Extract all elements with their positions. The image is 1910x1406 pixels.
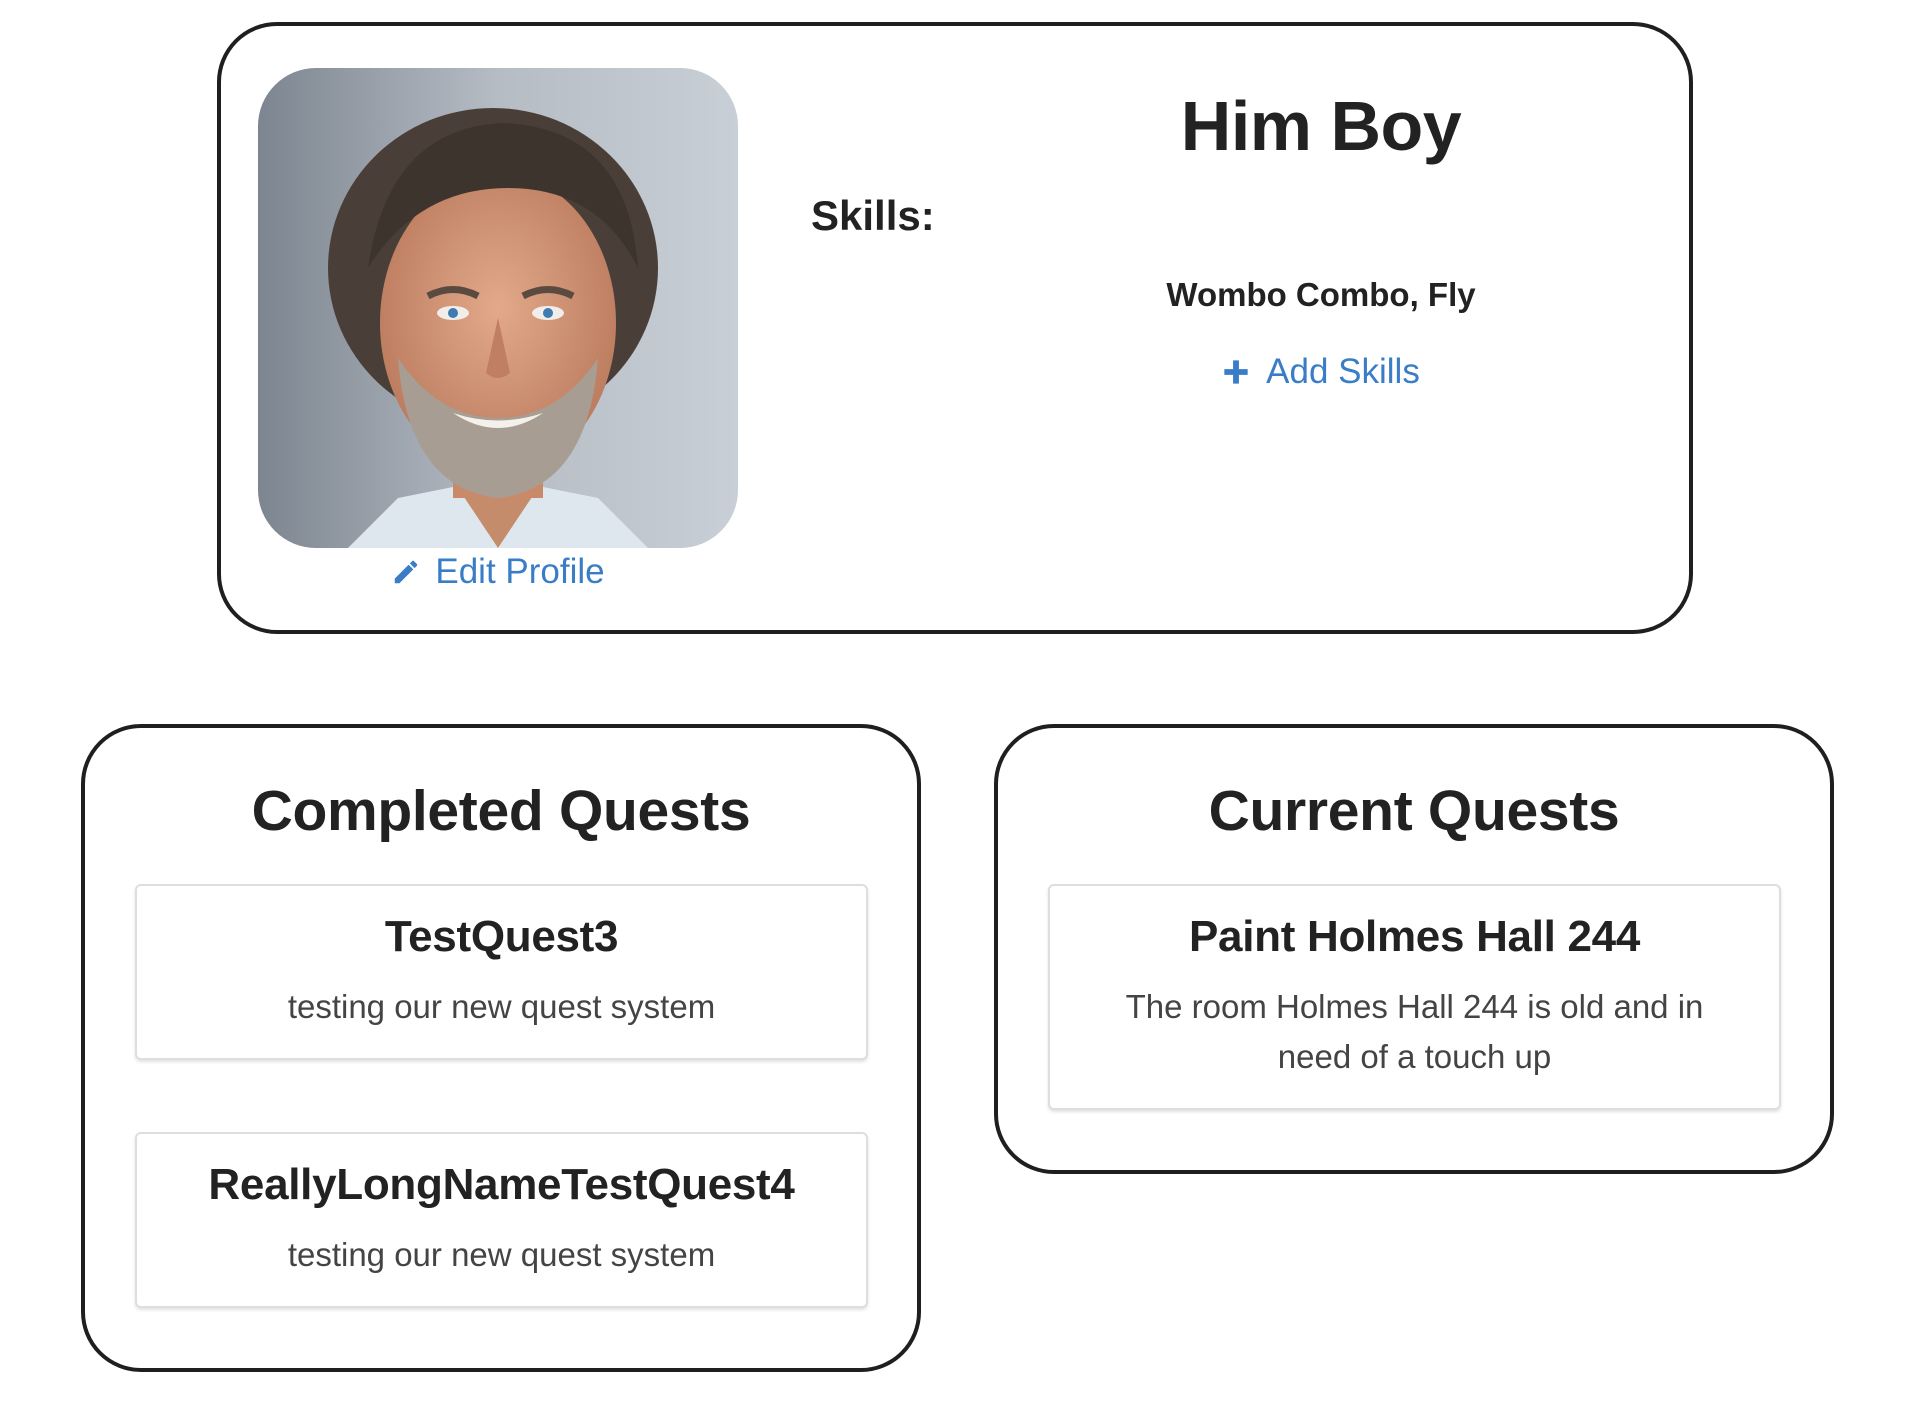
quest-title: TestQuest3 <box>384 912 619 961</box>
skills-heading: Skills: <box>811 192 935 239</box>
completed-quests-panel: Completed Quests TestQuest3 testing our … <box>81 724 921 1372</box>
profile-card: Edit Profile Him Boy Skills: Wombo Combo… <box>217 22 1693 634</box>
quest-card[interactable]: Paint Holmes Hall 244 The room Holmes Ha… <box>1048 884 1781 1110</box>
quest-title: Paint Holmes Hall 244 <box>1189 912 1640 961</box>
quest-description: testing our new quest system <box>287 1236 716 1273</box>
profile-name: Him Boy <box>1180 87 1462 165</box>
add-skills-label: Add Skills <box>1266 352 1420 391</box>
current-quests-panel: Current Quests Paint Holmes Hall 244 The… <box>994 724 1834 1174</box>
plus-icon <box>1224 360 1248 384</box>
quest-title: ReallyLongNameTestQuest4 <box>208 1160 795 1209</box>
edit-profile-label: Edit Profile <box>435 552 605 591</box>
quest-card[interactable]: TestQuest3 testing our new quest system <box>135 884 868 1060</box>
current-quests-title: Current Quests <box>1208 779 1620 843</box>
quest-card[interactable]: ReallyLongNameTestQuest4 testing our new… <box>135 1132 868 1308</box>
quest-description: testing our new quest system <box>287 988 716 1025</box>
quest-description: The room Holmes Hall 244 is old and in n… <box>1125 988 1704 1075</box>
add-skills-button[interactable]: Add Skills <box>1222 352 1420 392</box>
avatar-column: Edit Profile <box>258 68 738 592</box>
profile-page: Edit Profile Him Boy Skills: Wombo Combo… <box>0 0 1910 1406</box>
avatar-photo <box>258 68 738 548</box>
completed-quests-title: Completed Quests <box>251 779 751 843</box>
avatar <box>258 68 738 548</box>
pencil-icon <box>395 560 418 584</box>
skills-list: Wombo Combo, Fly <box>1166 276 1476 313</box>
add-skills-row: Add Skills <box>811 352 1641 392</box>
edit-profile-link[interactable]: Edit Profile <box>391 552 605 592</box>
profile-info: Him Boy Skills: Wombo Combo, Fly Add Ski… <box>811 86 1641 392</box>
